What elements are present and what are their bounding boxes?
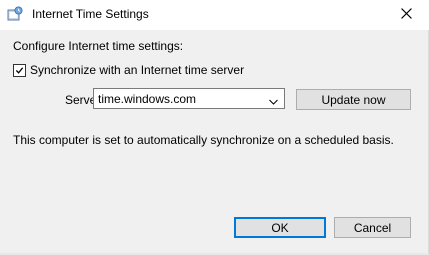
server-combobox[interactable]: time.windows.com	[93, 88, 285, 109]
sync-checkbox[interactable]	[13, 63, 26, 77]
sync-checkbox-label[interactable]: Synchronize with an Internet time server	[30, 63, 244, 77]
status-text: This computer is set to automatically sy…	[13, 133, 394, 147]
ok-button[interactable]: OK	[234, 217, 326, 238]
update-now-label: Update now	[321, 92, 386, 107]
checkmark-icon	[15, 66, 24, 74]
close-icon	[400, 8, 412, 22]
title-bar: Internet Time Settings	[0, 0, 429, 30]
window-title: Internet Time Settings	[32, 7, 149, 21]
cancel-label: Cancel	[353, 220, 392, 235]
internet-time-icon	[7, 6, 23, 22]
sync-checkbox-row[interactable]: Synchronize with an Internet time server	[13, 63, 244, 77]
section-label: Configure Internet time settings:	[13, 39, 184, 53]
update-now-button[interactable]: Update now	[296, 89, 411, 110]
ok-label: OK	[271, 220, 289, 235]
server-value[interactable]: time.windows.com	[98, 92, 196, 106]
close-button[interactable]	[383, 0, 429, 30]
chevron-down-icon[interactable]	[269, 95, 278, 105]
cancel-button[interactable]: Cancel	[334, 217, 411, 238]
